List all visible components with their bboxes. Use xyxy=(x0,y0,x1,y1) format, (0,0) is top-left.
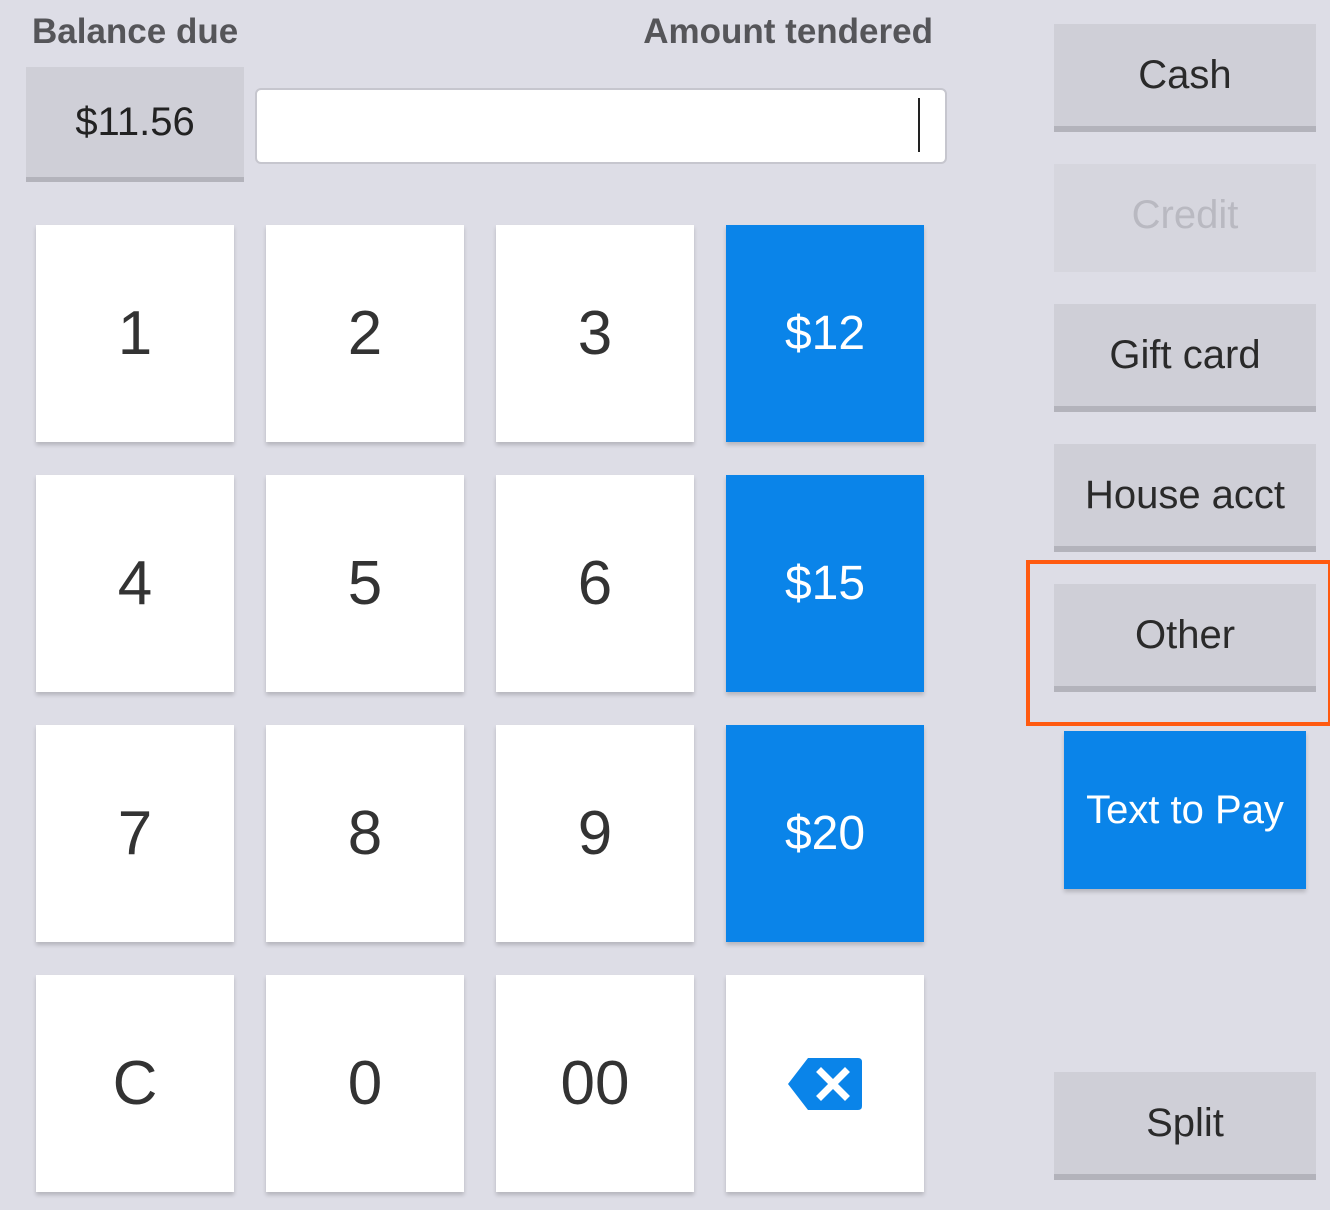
other-button[interactable]: Other xyxy=(1054,584,1316,692)
keypad-backspace-button[interactable] xyxy=(726,975,924,1192)
balance-due-label: Balance due xyxy=(32,12,239,51)
cash-button[interactable]: Cash xyxy=(1054,24,1316,132)
balance-due-value: $11.56 xyxy=(26,67,244,182)
quick-amount-12-button[interactable]: $12 xyxy=(726,225,924,442)
keypad-0-button[interactable]: 0 xyxy=(266,975,464,1192)
split-button[interactable]: Split xyxy=(1054,1072,1316,1180)
amount-tendered-label: Amount tendered xyxy=(643,12,933,51)
quick-amount-15-button[interactable]: $15 xyxy=(726,475,924,692)
credit-button: Credit xyxy=(1054,164,1316,272)
keypad-1-button[interactable]: 1 xyxy=(36,225,234,442)
quick-amount-20-button[interactable]: $20 xyxy=(726,725,924,942)
keypad-00-button[interactable]: 00 xyxy=(496,975,694,1192)
keypad-2-button[interactable]: 2 xyxy=(266,225,464,442)
keypad-8-button[interactable]: 8 xyxy=(266,725,464,942)
keypad-9-button[interactable]: 9 xyxy=(496,725,694,942)
text-caret xyxy=(918,98,920,152)
backspace-icon xyxy=(788,1057,862,1110)
keypad-3-button[interactable]: 3 xyxy=(496,225,694,442)
amount-tendered-input[interactable] xyxy=(255,88,947,164)
keypad-5-button[interactable]: 5 xyxy=(266,475,464,692)
gift-card-button[interactable]: Gift card xyxy=(1054,304,1316,412)
keypad-4-button[interactable]: 4 xyxy=(36,475,234,692)
house-acct-button[interactable]: House acct xyxy=(1054,444,1316,552)
text-to-pay-button[interactable]: Text to Pay xyxy=(1064,731,1306,889)
keypad-6-button[interactable]: 6 xyxy=(496,475,694,692)
keypad-7-button[interactable]: 7 xyxy=(36,725,234,942)
keypad-clear-button[interactable]: C xyxy=(36,975,234,1192)
